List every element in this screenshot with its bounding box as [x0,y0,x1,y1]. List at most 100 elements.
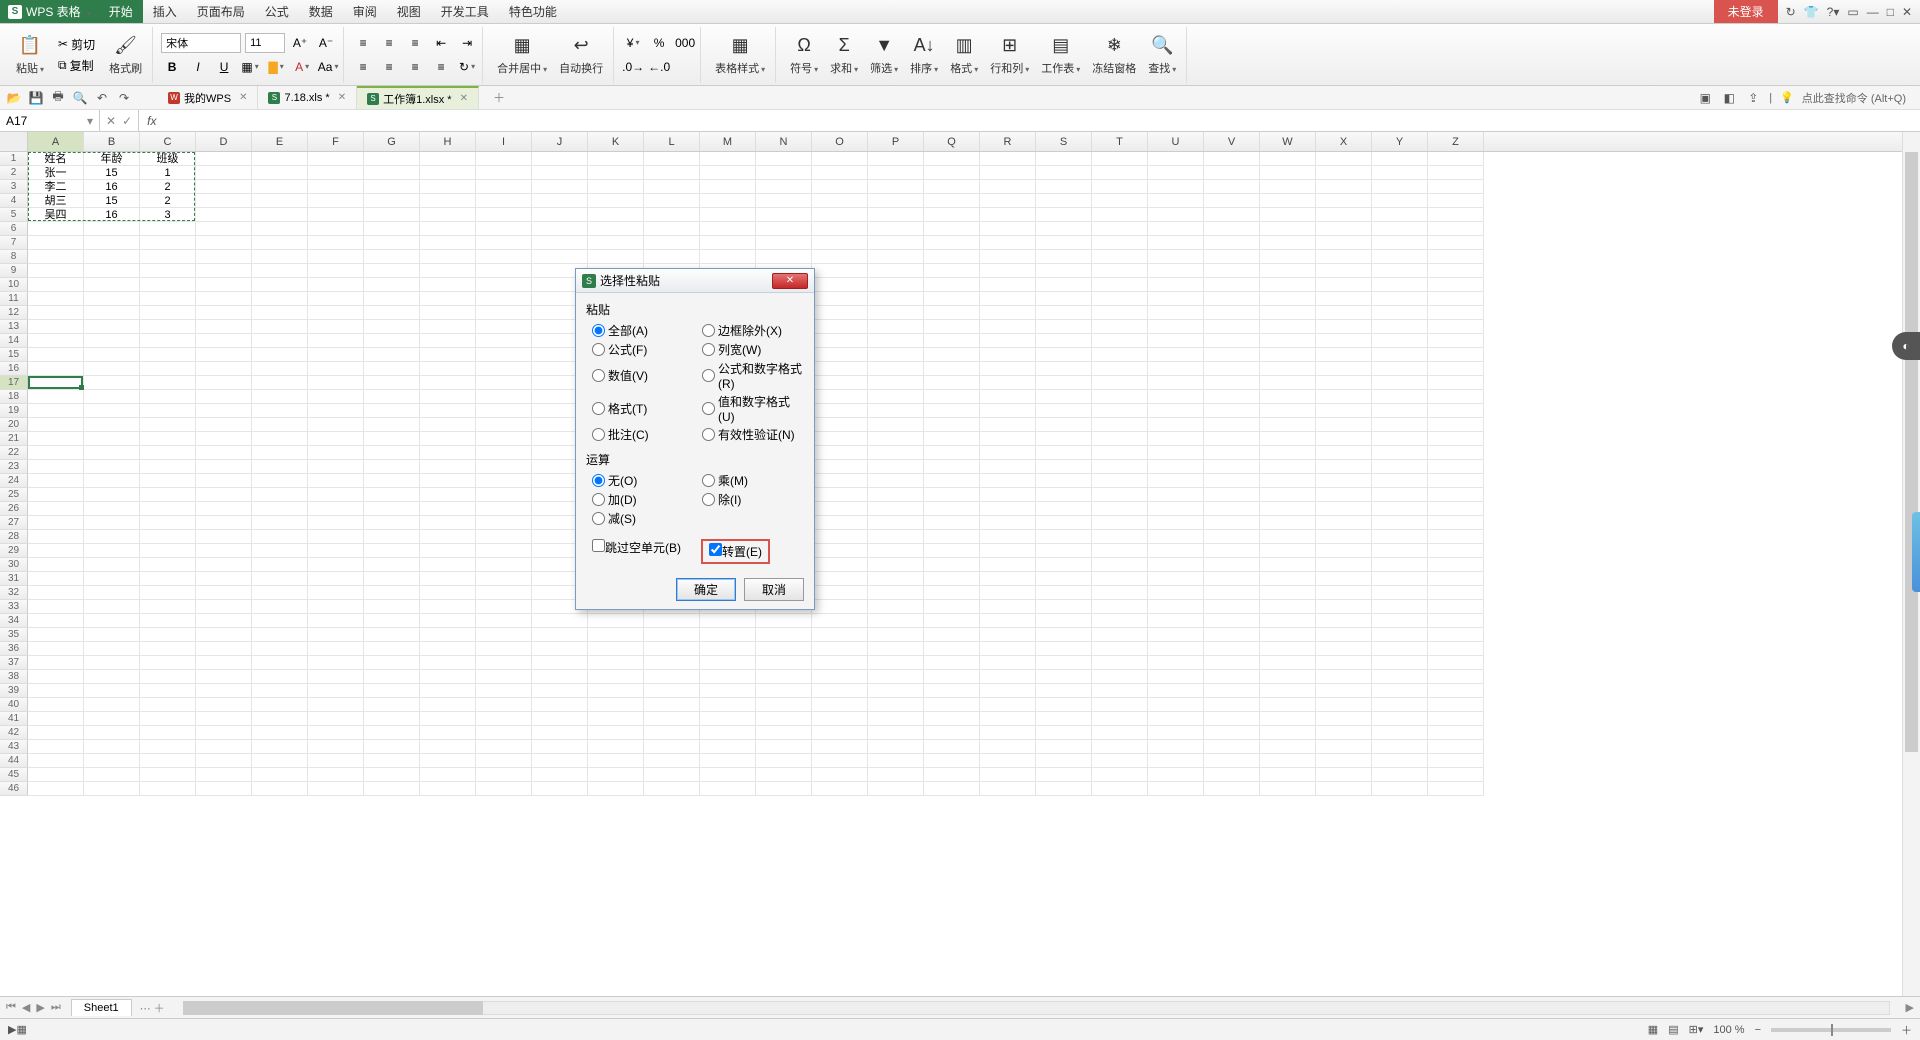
cell[interactable] [1036,502,1092,516]
sheet-tab[interactable]: Sheet1 [71,999,132,1016]
cell[interactable] [1036,530,1092,544]
cell[interactable] [980,306,1036,320]
cell[interactable] [308,656,364,670]
cell[interactable] [1204,418,1260,432]
cell[interactable] [476,488,532,502]
cell[interactable] [1148,558,1204,572]
cell[interactable] [1036,194,1092,208]
cell[interactable] [1148,208,1204,222]
cell[interactable] [532,250,588,264]
cell[interactable]: 2 [140,180,196,194]
cell[interactable] [196,208,252,222]
cell[interactable] [1428,222,1484,236]
col-header-G[interactable]: G [364,132,420,151]
cell[interactable] [1036,278,1092,292]
cell[interactable] [308,488,364,502]
cell[interactable] [476,782,532,796]
cell[interactable] [812,656,868,670]
cell[interactable] [756,768,812,782]
cell[interactable] [1204,712,1260,726]
cell[interactable] [1316,614,1372,628]
cell[interactable] [420,306,476,320]
cell[interactable] [644,768,700,782]
cell[interactable] [1428,614,1484,628]
cell[interactable] [252,628,308,642]
cell[interactable] [28,516,84,530]
cell[interactable] [700,250,756,264]
cell[interactable] [1428,474,1484,488]
cell[interactable] [1428,208,1484,222]
sync-icon[interactable]: ↻ [1786,5,1796,19]
cell[interactable] [868,754,924,768]
cell[interactable] [252,544,308,558]
cell[interactable] [1036,768,1092,782]
cell[interactable] [308,460,364,474]
cell[interactable] [1204,152,1260,166]
cell[interactable] [644,712,700,726]
row-header-36[interactable]: 36 [0,642,28,656]
cell[interactable] [924,726,980,740]
cell[interactable] [588,712,644,726]
col-header-Z[interactable]: Z [1428,132,1484,151]
cell[interactable] [1036,782,1092,796]
cell[interactable] [420,432,476,446]
cell[interactable] [868,236,924,250]
cell[interactable] [1148,530,1204,544]
cell[interactable] [1092,544,1148,558]
cell[interactable] [420,334,476,348]
cell[interactable] [1428,418,1484,432]
cell[interactable] [476,460,532,474]
cell[interactable] [308,768,364,782]
cell[interactable] [700,222,756,236]
row-header-44[interactable]: 44 [0,754,28,768]
cell[interactable] [252,642,308,656]
cell[interactable] [1260,558,1316,572]
row-header-21[interactable]: 21 [0,432,28,446]
cell[interactable] [140,726,196,740]
cell[interactable] [1316,432,1372,446]
cell[interactable] [756,656,812,670]
cell[interactable] [1372,502,1428,516]
cell[interactable] [420,194,476,208]
cell[interactable] [1092,488,1148,502]
cell[interactable] [364,600,420,614]
cell[interactable] [84,600,140,614]
cell[interactable] [196,628,252,642]
cell[interactable] [756,628,812,642]
cell[interactable] [980,222,1036,236]
cell[interactable] [28,348,84,362]
cell[interactable] [812,684,868,698]
sheet-first-icon[interactable]: ⏮ [4,1001,18,1014]
cell[interactable] [812,670,868,684]
cell[interactable] [1316,306,1372,320]
cell[interactable] [756,222,812,236]
cell[interactable] [532,208,588,222]
cell[interactable] [1036,362,1092,376]
paste-option[interactable]: 格式(T) [592,393,694,424]
formula-input[interactable] [164,114,1920,128]
horizontal-scrollbar[interactable] [183,1001,1890,1015]
cell[interactable] [700,698,756,712]
cell[interactable] [1148,390,1204,404]
cell[interactable] [1148,194,1204,208]
cell[interactable] [980,250,1036,264]
cell[interactable] [700,670,756,684]
cell[interactable] [476,432,532,446]
cell[interactable] [420,390,476,404]
cell[interactable] [1036,754,1092,768]
cell[interactable] [1036,558,1092,572]
cell[interactable] [924,334,980,348]
cell[interactable] [868,404,924,418]
cell[interactable] [308,376,364,390]
cell[interactable] [476,656,532,670]
cell[interactable] [252,754,308,768]
paste-option[interactable]: 有效性验证(N) [702,426,804,443]
cell[interactable] [1036,684,1092,698]
cell[interactable] [1428,334,1484,348]
cell[interactable] [1316,194,1372,208]
row-header-46[interactable]: 46 [0,782,28,796]
cell[interactable] [980,334,1036,348]
col-header-V[interactable]: V [1204,132,1260,151]
cell[interactable] [1204,684,1260,698]
cell[interactable] [644,726,700,740]
